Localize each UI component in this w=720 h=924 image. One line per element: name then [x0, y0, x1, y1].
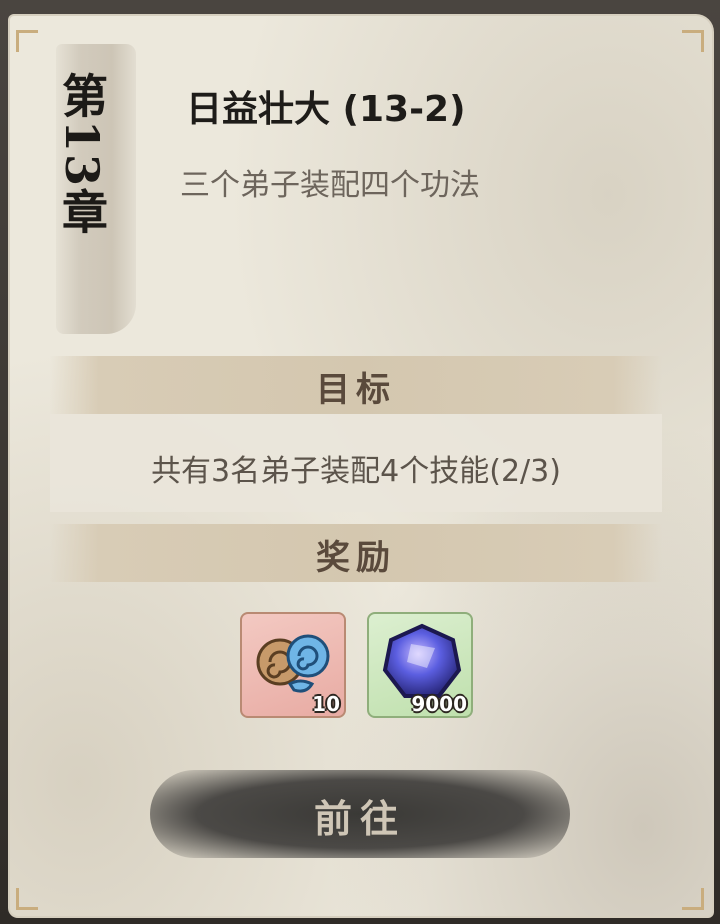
reward-item[interactable]: 10: [240, 612, 346, 718]
reward-heading: 奖励: [316, 538, 396, 578]
reward-header: 奖励: [50, 524, 662, 582]
objective-area: 共有3名弟子装配4个技能(2/3): [50, 414, 662, 512]
reward-list: 10 9000: [240, 612, 480, 720]
go-button-label: 前往: [313, 796, 406, 841]
objective-text: 共有3名弟子装配4个技能(2/3): [151, 454, 561, 489]
quest-description: 三个弟子装配四个功法: [180, 168, 480, 203]
corner-ornament: [682, 888, 704, 910]
corner-ornament: [16, 888, 38, 910]
objective-header: 目标: [50, 356, 662, 414]
objective-heading: 目标: [316, 370, 396, 410]
go-button[interactable]: 前往: [150, 770, 570, 858]
spirit-swirl-icon: [256, 634, 330, 693]
reward-count: 9000: [411, 692, 467, 716]
blue-gem-icon: [382, 623, 462, 698]
chapter-label: 第13章: [55, 72, 109, 237]
quest-title: 日益壮大 (13-2): [186, 89, 466, 130]
corner-ornament: [16, 30, 38, 52]
reward-count: 10: [312, 692, 340, 716]
corner-ornament: [682, 30, 704, 52]
reward-item[interactable]: 9000: [367, 612, 473, 718]
